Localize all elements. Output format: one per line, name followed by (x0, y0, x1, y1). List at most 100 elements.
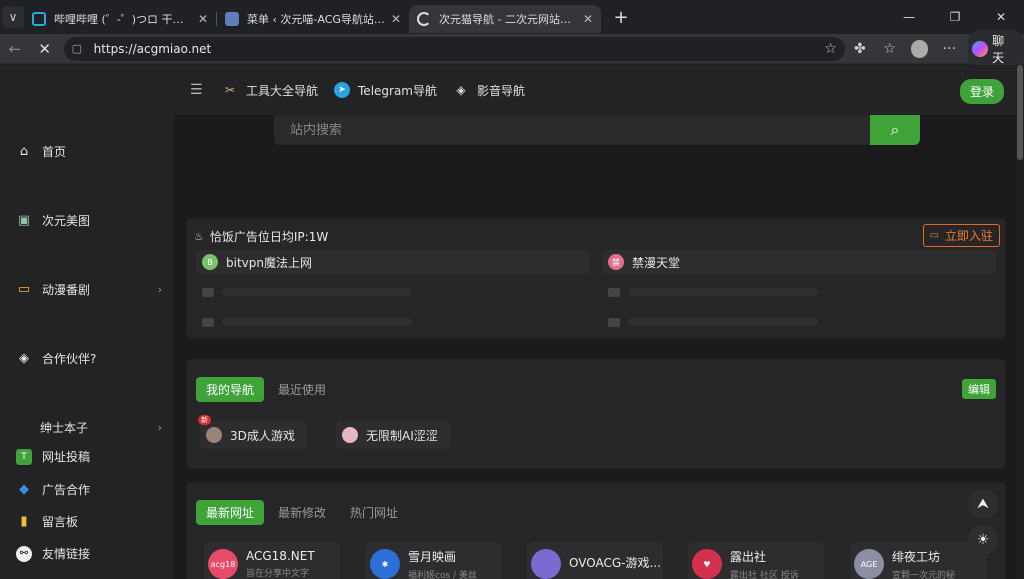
chat-label: 聊天 (992, 33, 1005, 65)
join-label: 立即入驻 (944, 229, 993, 243)
arrow-up-icon: ⮝ (977, 496, 989, 512)
site-search: 站内搜索 ⌕ (274, 115, 920, 145)
nav-link-label: 影音导航 (477, 83, 526, 98)
sidebar-item-label: 合作伙伴? (42, 352, 97, 366)
ad-title-text: 恰饭广告位日均IP:1W (209, 230, 329, 244)
profile-avatar[interactable] (910, 39, 929, 58)
site-card[interactable]: ♥ 露出社 露出社 社区 授诉 (688, 542, 824, 579)
image-placeholder-icon (608, 287, 620, 297)
my-nav-section: 我的导航 最近使用 编辑 新 3D成人游戏 无限制AI涩涩 (186, 359, 1006, 469)
nav-link-label: 工具大全导航 (246, 83, 319, 98)
fire-icon: ♨ (194, 230, 204, 243)
sidebar-item-manga[interactable]: 绅士本子 › (40, 419, 162, 436)
login-button[interactable]: 登录 (959, 79, 1004, 104)
my-nav-item-label: 无限制AI涩涩 (366, 428, 438, 443)
layers-icon: ◈ (19, 351, 29, 366)
site-logo: acg18 (208, 549, 238, 579)
my-nav-item[interactable]: 无限制AI涩涩 (336, 421, 450, 449)
site-logo (342, 427, 358, 443)
ad-link-label: 禁漫天堂 (632, 255, 681, 270)
sidebar-item-partners[interactable]: ◈ 合作伙伴? (16, 350, 162, 367)
new-badge: 新 (198, 415, 211, 425)
stop-loading-icon[interactable]: ✕ (30, 40, 60, 58)
ad-section: ♨ 恰饭广告位日均IP:1W ▭ 立即入驻 B bitvpn魔法上网 禁 禁漫天… (186, 218, 1006, 338)
link-icon: ⚯ (16, 545, 32, 562)
tab-label: 次元猫导航 - 二次元网站分享喵 (439, 13, 577, 26)
browser-tab-bilibili[interactable]: 哔哩哔哩 (゜-゜)つロ 干杯~-bilibili ✕ (24, 5, 216, 33)
more-menu-icon[interactable]: ··· (934, 41, 964, 57)
new-tab-button[interactable]: + (609, 7, 633, 28)
menu-toggle-icon[interactable]: ☰ (190, 82, 206, 98)
edit-button[interactable]: 编辑 (962, 379, 996, 399)
placeholder-bar (628, 288, 818, 296)
ad-placeholder (196, 282, 590, 302)
back-to-top-button[interactable]: ⮝ (968, 489, 998, 519)
message-icon: ▮ (20, 514, 28, 529)
sidebar-item-guestbook[interactable]: ▮ 留言板 (16, 513, 162, 530)
close-window-icon[interactable]: ✕ (978, 0, 1024, 34)
chevron-right-icon: › (157, 421, 162, 434)
restore-icon[interactable]: ❐ (932, 0, 978, 34)
placeholder-bar (222, 318, 412, 326)
tab-actions-menu-button[interactable]: ∨ (2, 6, 24, 28)
tab-latest[interactable]: 最新网址 (196, 500, 265, 525)
browser-tab-wordpress[interactable]: 菜单 ‹ 次元喵-ACG导航站 — Word ✕ (217, 5, 409, 33)
ad-placeholder (602, 282, 996, 302)
sidebar-item-submit[interactable]: T 网址投稿 (16, 448, 162, 465)
nav-link-tools[interactable]: ✂ 工具大全导航 (222, 82, 318, 99)
layers-icon: ◈ (456, 83, 466, 97)
tab-label: 哔哩哔哩 (゜-゜)つロ 干杯~-bilibili (54, 13, 192, 26)
site-card[interactable]: OVOACG-游戏... (527, 542, 663, 579)
sidebar-item-links[interactable]: ⚯ 友情链接 (16, 545, 162, 562)
join-ad-button[interactable]: ▭ 立即入驻 (922, 224, 1000, 247)
close-tab-icon[interactable]: ✕ (583, 12, 593, 26)
sidebar-item-ads[interactable]: ◆ 广告合作 (16, 481, 162, 498)
search-button[interactable]: ⌕ (870, 115, 920, 145)
sidebar-item-home[interactable]: ⌂ 首页 (16, 143, 162, 160)
site-name: ACG18.NET (246, 549, 315, 563)
sidebar-item-anime[interactable]: ▭ 动漫番剧 › (16, 281, 162, 298)
my-nav-item-label: 3D成人游戏 (230, 428, 295, 443)
nav-link-media[interactable]: ◈ 影音导航 (453, 82, 525, 99)
browser-tab-acgmiao[interactable]: 次元猫导航 - 二次元网站分享喵 ✕ (409, 5, 601, 33)
sun-icon: ☀ (976, 532, 990, 548)
ad-link-label: bitvpn魔法上网 (226, 255, 312, 270)
scrollbar-thumb[interactable] (1017, 65, 1023, 160)
web-page: ☰ ✂ 工具大全导航 ➤ Telegram导航 ◈ 影音导航 登录 ⌂ 首页 ▣… (0, 65, 1024, 579)
site-logo (206, 427, 222, 443)
theme-toggle-button[interactable]: ☀ (968, 525, 998, 555)
extensions-icon[interactable]: ✤ (845, 41, 875, 57)
browser-tabbar: ∨ 哔哩哔哩 (゜-゜)つロ 干杯~-bilibili ✕ 菜单 ‹ 次元喵-A… (0, 0, 1024, 34)
tab-my-nav[interactable]: 我的导航 (196, 377, 265, 402)
tab-latest-modified[interactable]: 最新修改 (268, 500, 336, 525)
copilot-chat-button[interactable]: 聊天 (968, 29, 1024, 68)
ad-link-bitvpn[interactable]: B bitvpn魔法上网 (196, 250, 590, 274)
favorites-icon[interactable]: ☆ (875, 41, 905, 57)
tab-recent[interactable]: 最近使用 (268, 377, 336, 402)
site-card[interactable]: AGE 绯夜工坊 宣颗一次元的秘 (850, 542, 986, 579)
ad-link-jinman[interactable]: 禁 禁漫天堂 (602, 250, 996, 274)
minimize-icon[interactable]: — (886, 0, 932, 34)
tab-hot[interactable]: 热门网址 (340, 500, 408, 525)
site-card[interactable]: acg18 ACG18.NET 旨在分享中文字 (204, 542, 340, 579)
image-placeholder-icon (202, 317, 214, 327)
site-name: OVOACG-游戏... (569, 556, 661, 570)
main-content: 站内搜索 ⌕ ♨ 恰饭广告位日均IP:1W ▭ 立即入驻 B bitvpn魔法上… (174, 115, 1016, 579)
back-arrow-icon[interactable]: ← (0, 40, 30, 58)
close-tab-icon[interactable]: ✕ (198, 12, 208, 26)
sidebar-item-label: 次元美图 (42, 214, 91, 228)
sidebar-item-gallery[interactable]: ▣ 次元美图 (16, 212, 162, 229)
my-nav-item[interactable]: 新 3D成人游戏 (198, 415, 307, 449)
page-scrollbar[interactable] (1016, 65, 1024, 579)
site-card[interactable]: ✱ 雪月映画 福利姬cos / 美丝 (366, 542, 502, 579)
site-description: 福利姬cos / 美丝 (408, 570, 477, 579)
ad-placeholder (196, 312, 590, 332)
nav-link-telegram[interactable]: ➤ Telegram导航 (334, 82, 437, 99)
tv-icon: ▭ (929, 230, 939, 241)
sidebar-item-label: 留言板 (42, 515, 79, 529)
search-input[interactable]: 站内搜索 (274, 115, 870, 145)
site-info-icon[interactable]: ▢ (72, 42, 86, 55)
close-tab-icon[interactable]: ✕ (391, 12, 401, 26)
address-bar[interactable]: ▢ https://acgmiao.net ☆ (63, 36, 845, 61)
favorite-star-icon[interactable]: ☆ (824, 41, 837, 57)
